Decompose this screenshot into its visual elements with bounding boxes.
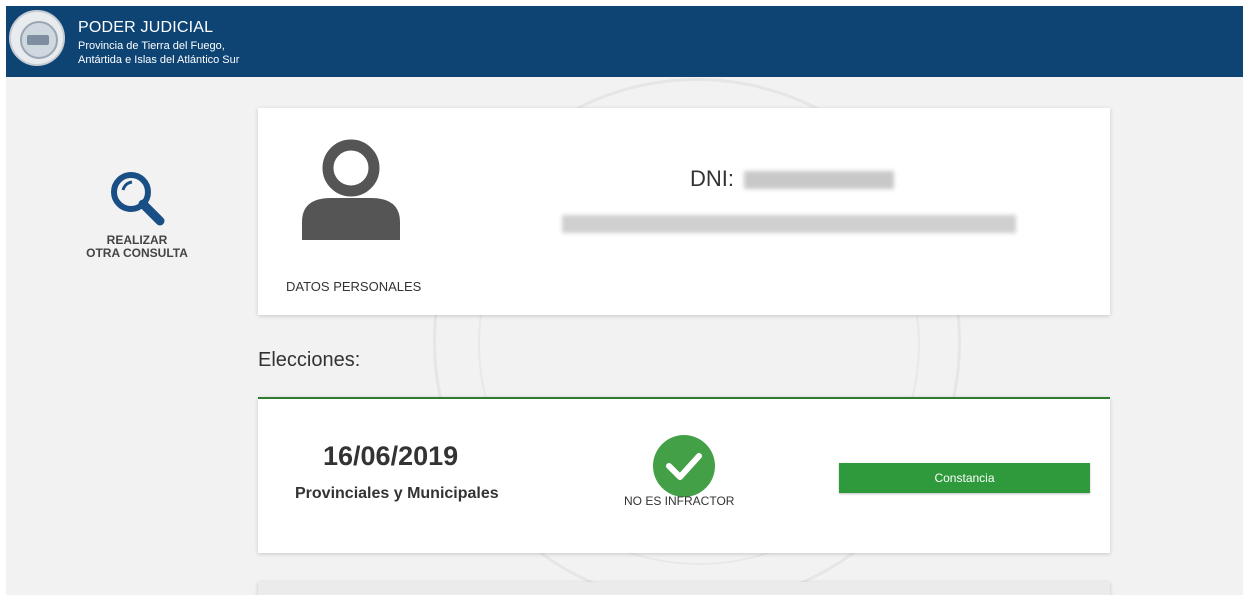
header-subtitle: Provincia de Tierra del Fuego, Antártida… bbox=[78, 39, 239, 67]
status-text: NO ES INFRACTOR bbox=[624, 494, 735, 508]
next-election-card bbox=[258, 582, 1110, 595]
full-name-redacted bbox=[562, 215, 1016, 233]
court-seal-logo bbox=[9, 10, 65, 66]
person-icon bbox=[302, 139, 400, 240]
election-card: 16/06/2019 Provinciales y Municipales NO… bbox=[258, 397, 1110, 553]
personal-data-card: DATOS PERSONALES DNI: bbox=[258, 108, 1110, 315]
header: PODER JUDICIAL Provincia de Tierra del F… bbox=[6, 6, 1243, 77]
dni-label: DNI: bbox=[690, 166, 734, 191]
header-title: PODER JUDICIAL bbox=[78, 19, 214, 36]
header-subtitle-line1: Provincia de Tierra del Fuego, bbox=[78, 40, 225, 52]
header-subtitle-line2: Antártida e Islas del Atlántico Sur bbox=[78, 54, 240, 66]
dni-line: DNI: bbox=[690, 166, 895, 192]
dni-value-redacted bbox=[744, 171, 895, 190]
new-search-label: REALIZAR OTRA CONSULTA bbox=[86, 233, 188, 260]
personal-data-label: DATOS PERSONALES bbox=[286, 279, 422, 294]
page-background: PODER JUDICIAL Provincia de Tierra del F… bbox=[6, 6, 1243, 595]
election-date: 16/06/2019 bbox=[323, 441, 459, 471]
check-circle-icon bbox=[653, 435, 715, 497]
election-type: Provinciales y Municipales bbox=[295, 485, 499, 502]
new-search-button[interactable]: REALIZAR OTRA CONSULTA bbox=[82, 166, 192, 260]
constancia-button[interactable]: Constancia bbox=[839, 463, 1090, 493]
search-icon bbox=[111, 172, 165, 226]
elecciones-heading: Elecciones: bbox=[258, 349, 361, 371]
